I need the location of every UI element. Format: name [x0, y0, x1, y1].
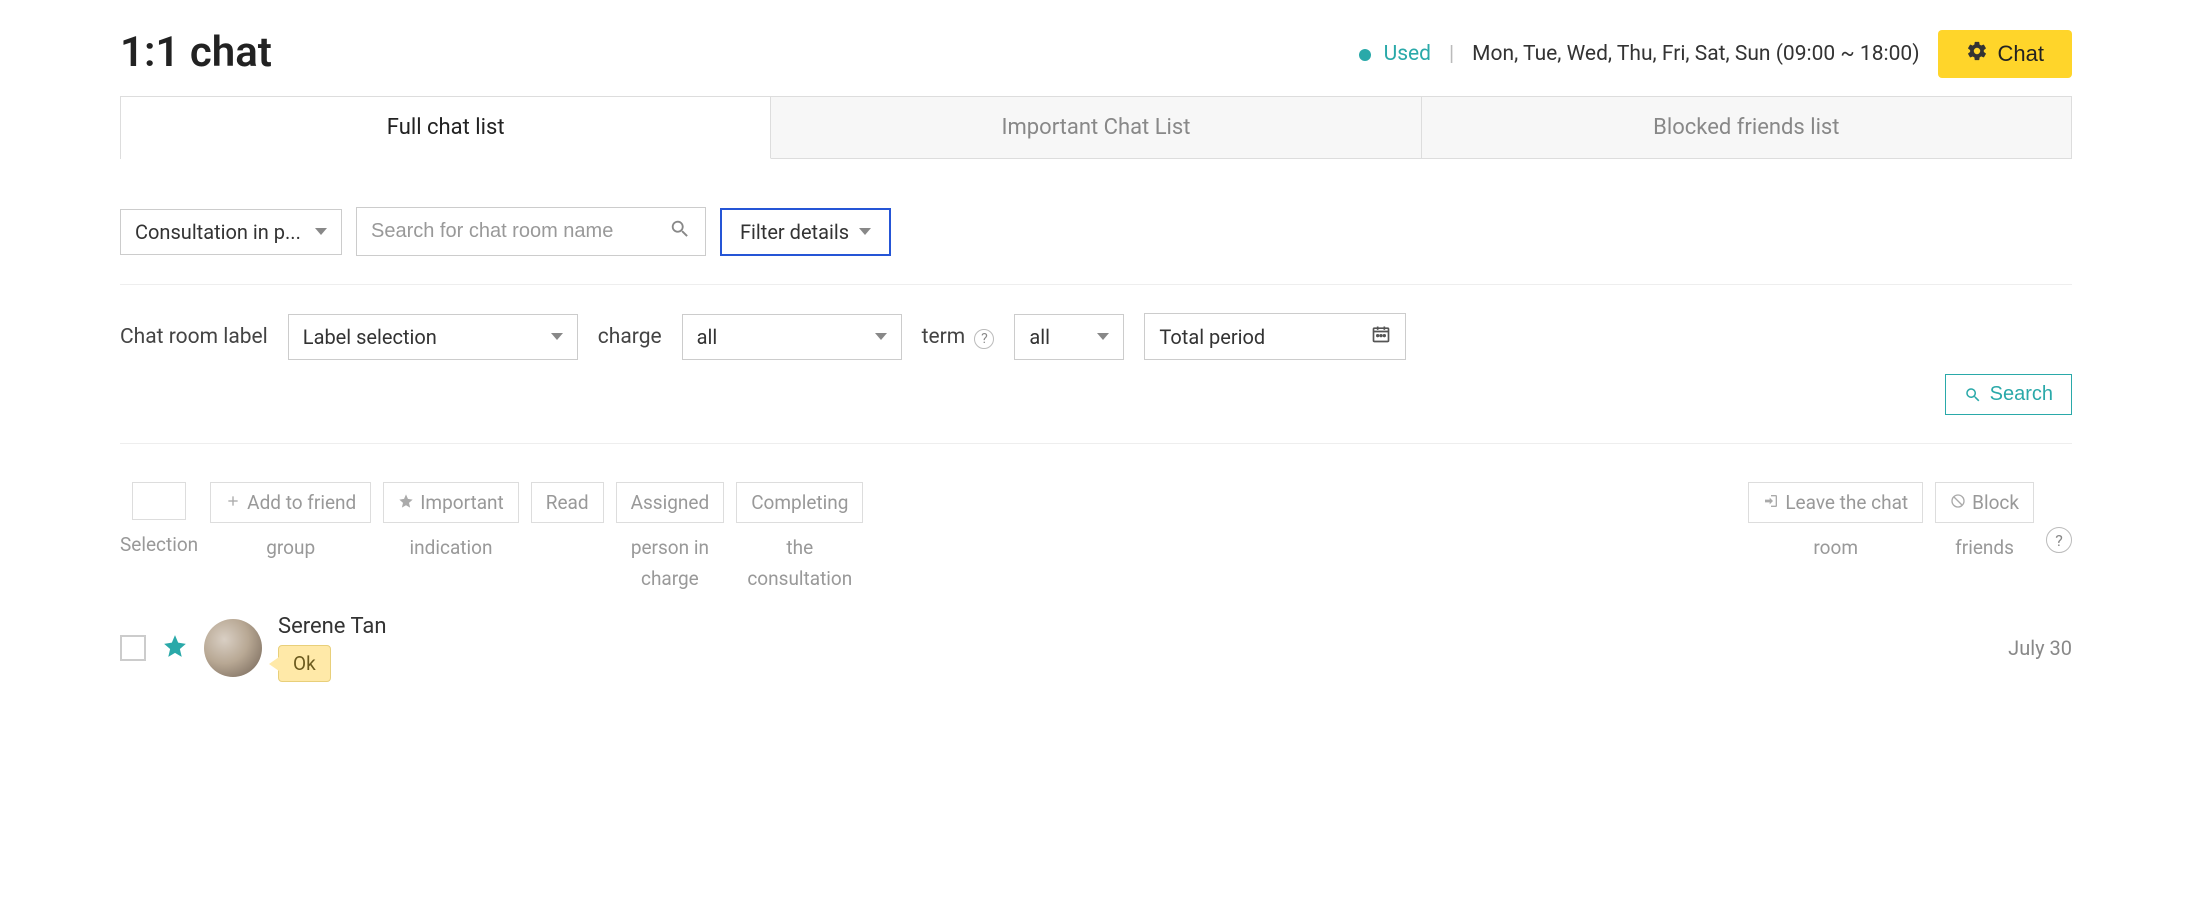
label-selection-value: Label selection — [303, 325, 437, 349]
assigned-person-button[interactable]: Assigned — [616, 482, 725, 523]
chat-last-message: Ok — [278, 645, 331, 682]
chevron-down-icon — [551, 333, 563, 340]
tab-full-chat-list[interactable]: Full chat list — [121, 97, 771, 159]
exit-icon — [1763, 491, 1779, 514]
status-dot-icon — [1359, 49, 1371, 61]
completing-consultation-button[interactable]: Completing — [736, 482, 863, 523]
term-value: all — [1029, 325, 1050, 349]
chat-info: Serene Tan Ok — [278, 614, 387, 682]
avatar — [204, 619, 262, 677]
block-friends-button[interactable]: Block — [1935, 482, 2034, 523]
search-button-label: Search — [1990, 383, 2053, 406]
search-input[interactable] — [357, 212, 669, 251]
date-range-label: Total period — [1159, 325, 1265, 349]
chat-button-label: Chat — [1998, 41, 2044, 67]
charge-label: charge — [598, 325, 662, 349]
charge-select[interactable]: all — [682, 314, 902, 360]
help-icon[interactable]: ? — [974, 329, 994, 349]
date-range-picker[interactable]: Total period — [1144, 313, 1406, 360]
calendar-icon — [1371, 324, 1391, 349]
chat-name: Serene Tan — [278, 614, 387, 639]
schedule-text: Mon, Tue, Wed, Thu, Fri, Sat, Sun (09:00… — [1472, 42, 1919, 66]
page-title: 1:1 chat — [120, 28, 272, 78]
plus-icon — [225, 491, 241, 514]
block-icon — [1950, 491, 1966, 514]
chevron-down-icon — [859, 228, 871, 235]
tab-blocked-friends-list[interactable]: Blocked friends list — [1422, 97, 2071, 159]
charge-value: all — [697, 325, 718, 349]
chat-date: July 30 — [2008, 636, 2072, 660]
completing-sublabel: the consultation — [747, 533, 852, 594]
read-button[interactable]: Read — [531, 482, 604, 523]
chevron-down-icon — [875, 333, 887, 340]
status-select-value: Consultation in p... — [135, 220, 301, 244]
chevron-down-icon — [1097, 333, 1109, 340]
search-button-row: Search — [120, 374, 2072, 444]
chat-list-item[interactable]: Serene Tan Ok July 30 — [120, 614, 2072, 682]
term-select[interactable]: all — [1014, 314, 1124, 360]
filter-details-button[interactable]: Filter details — [720, 208, 891, 256]
search-icon[interactable] — [669, 218, 691, 245]
row-checkbox[interactable] — [120, 635, 146, 661]
add-friend-sublabel: group — [266, 533, 315, 563]
important-sublabel: indication — [410, 533, 493, 563]
star-icon — [398, 491, 414, 514]
action-bar: Selection Add to friend group Important … — [120, 482, 2072, 594]
important-indication-button[interactable]: Important — [383, 482, 519, 523]
chevron-down-icon — [315, 228, 327, 235]
leave-sublabel: room — [1813, 533, 1858, 563]
assigned-sublabel: person in charge — [631, 533, 709, 594]
selection-label: Selection — [120, 530, 198, 560]
label-selection-select[interactable]: Label selection — [288, 314, 578, 360]
term-label: term ? — [922, 325, 995, 349]
filter-row-primary: Consultation in p... Filter details — [120, 207, 2072, 285]
gear-icon — [1966, 40, 1988, 68]
star-icon[interactable] — [162, 633, 188, 664]
status-badge: Used — [1359, 42, 1431, 66]
search-button[interactable]: Search — [1945, 374, 2072, 415]
tab-important-chat-list[interactable]: Important Chat List — [771, 97, 1421, 159]
add-to-friend-group-button[interactable]: Add to friend — [210, 482, 371, 523]
block-sublabel: friends — [1955, 533, 2014, 563]
header-right: Used | Mon, Tue, Wed, Thu, Fri, Sat, Sun… — [1359, 30, 2072, 78]
leave-chat-room-button[interactable]: Leave the chat — [1748, 482, 1923, 523]
status-text: Used — [1384, 42, 1431, 66]
select-all-checkbox[interactable] — [132, 482, 186, 520]
tabs: Full chat list Important Chat List Block… — [120, 96, 2072, 159]
chat-room-label: Chat room label — [120, 325, 268, 349]
search-input-wrap — [356, 207, 706, 256]
filter-details-label: Filter details — [740, 220, 849, 244]
help-icon[interactable]: ? — [2046, 527, 2072, 553]
filter-row-secondary: Chat room label Label selection charge a… — [120, 313, 2072, 360]
header: 1:1 chat Used | Mon, Tue, Wed, Thu, Fri,… — [120, 28, 2072, 78]
separator: | — [1449, 42, 1454, 66]
status-select[interactable]: Consultation in p... — [120, 209, 342, 255]
chat-settings-button[interactable]: Chat — [1938, 30, 2072, 78]
